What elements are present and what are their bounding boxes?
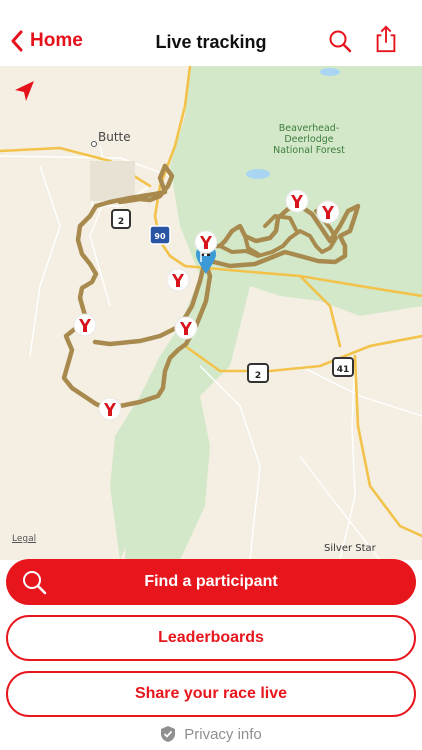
forest-label-line: Deerlodge [284, 134, 334, 145]
race-map[interactable]: 2 90 2 41 Butte Beaverhead- Deerlodge Na… [0, 66, 422, 560]
town-area [90, 161, 135, 201]
participant-marker-icon[interactable] [316, 200, 340, 224]
forest-area [360, 176, 422, 266]
share-race-button[interactable]: Share your race live [6, 671, 416, 717]
city-label: Butte [98, 130, 131, 144]
lake [246, 169, 270, 179]
leaderboards-button[interactable]: Leaderboards [6, 615, 416, 661]
chevron-left-icon [11, 30, 23, 52]
legal-link[interactable]: Legal [12, 534, 36, 544]
share-icon[interactable] [372, 25, 400, 53]
shield-41: 41 [337, 365, 350, 375]
share-race-label: Share your race live [134, 685, 288, 702]
privacy-info-label: Privacy info [184, 725, 262, 743]
forest-label-line: Beaverhead- [278, 123, 340, 134]
participant-marker-icon[interactable] [73, 313, 97, 337]
back-button-label: Home [30, 30, 83, 51]
city-dot [91, 141, 97, 147]
privacy-info-link[interactable]: Privacy info [0, 725, 422, 743]
shield-2-b: 2 [255, 371, 261, 381]
navigation-bar: Home Live tracking [0, 0, 422, 66]
search-icon [23, 571, 47, 595]
shield-check-icon [161, 726, 176, 742]
map-canvas: 2 90 2 41 [0, 66, 422, 560]
participant-marker-icon[interactable] [194, 230, 218, 254]
lake [320, 68, 340, 76]
participant-marker-icon[interactable] [174, 316, 198, 340]
leaderboards-label: Leaderboards [158, 629, 264, 646]
participant-marker-icon[interactable] [285, 189, 309, 213]
participant-marker-icon[interactable] [98, 397, 122, 421]
forest-label-line: National Forest [273, 145, 345, 156]
shield-2-a: 2 [118, 217, 124, 227]
shield-90: 90 [154, 232, 166, 241]
location-arrow-icon[interactable] [12, 78, 38, 104]
find-participant-label: Find a participant [144, 573, 278, 590]
find-participant-button[interactable]: Find a participant [6, 559, 416, 605]
participant-marker-icon[interactable] [166, 268, 190, 292]
search-icon[interactable] [327, 28, 355, 56]
town-label: Silver Star [324, 543, 376, 554]
back-button[interactable]: Home [10, 30, 83, 52]
forest-label: Beaverhead- Deerlodge National Forest [270, 123, 348, 156]
